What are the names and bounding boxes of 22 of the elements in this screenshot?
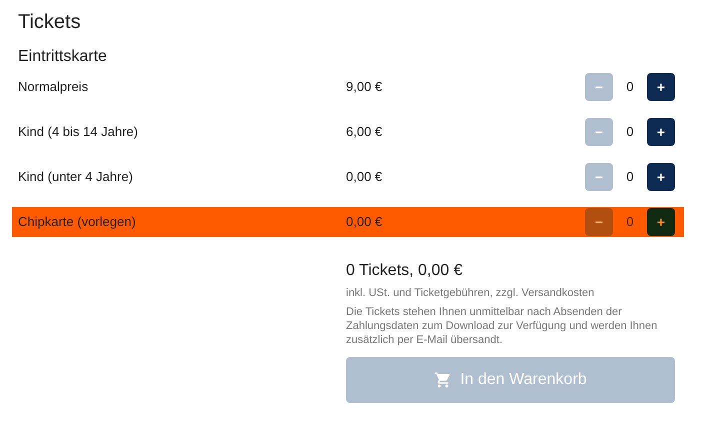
page-title: Tickets: [18, 10, 81, 34]
ticket-count: 0: [625, 123, 635, 142]
ticket-count: 0: [625, 213, 635, 232]
ticket-price: 6,00 €: [346, 123, 384, 142]
ticket-count: 0: [625, 168, 635, 186]
tax-note: inkl. USt. und Ticketgebühren, zzgl. Versandkosten: [346, 286, 596, 300]
ticket-price: 0,00 €: [346, 168, 384, 186]
ticket-name: Kind (4 bis 14 Jahre): [17, 123, 139, 142]
ticket-name: Kind (unter 4 Jahre): [17, 168, 134, 186]
increase-button[interactable]: +: [647, 208, 675, 236]
increase-button[interactable]: +: [647, 118, 675, 146]
delivery-note: Die Tickets stehen Ihnen unmittelbar nach Absenden der Zahlungsdaten zum Download zur Verfügung und werden Ihnen zusätzlich per E-Mail übersandt.: [346, 305, 658, 347]
ticket-name: Normalpreis: [17, 78, 90, 96]
increase-button[interactable]: +: [647, 163, 675, 191]
ticket-price: 9,00 €: [346, 78, 384, 96]
increase-button[interactable]: +: [647, 73, 675, 101]
ticket-count: 0: [625, 78, 635, 96]
order-total: 0 Tickets, 0,00 €: [346, 261, 463, 281]
ticket-price: 0,00 €: [346, 213, 384, 232]
cart-icon: [434, 371, 452, 389]
section-title: Eintrittskarte: [18, 47, 107, 67]
ticket-name: Chipkarte (vorlegen): [17, 213, 137, 232]
